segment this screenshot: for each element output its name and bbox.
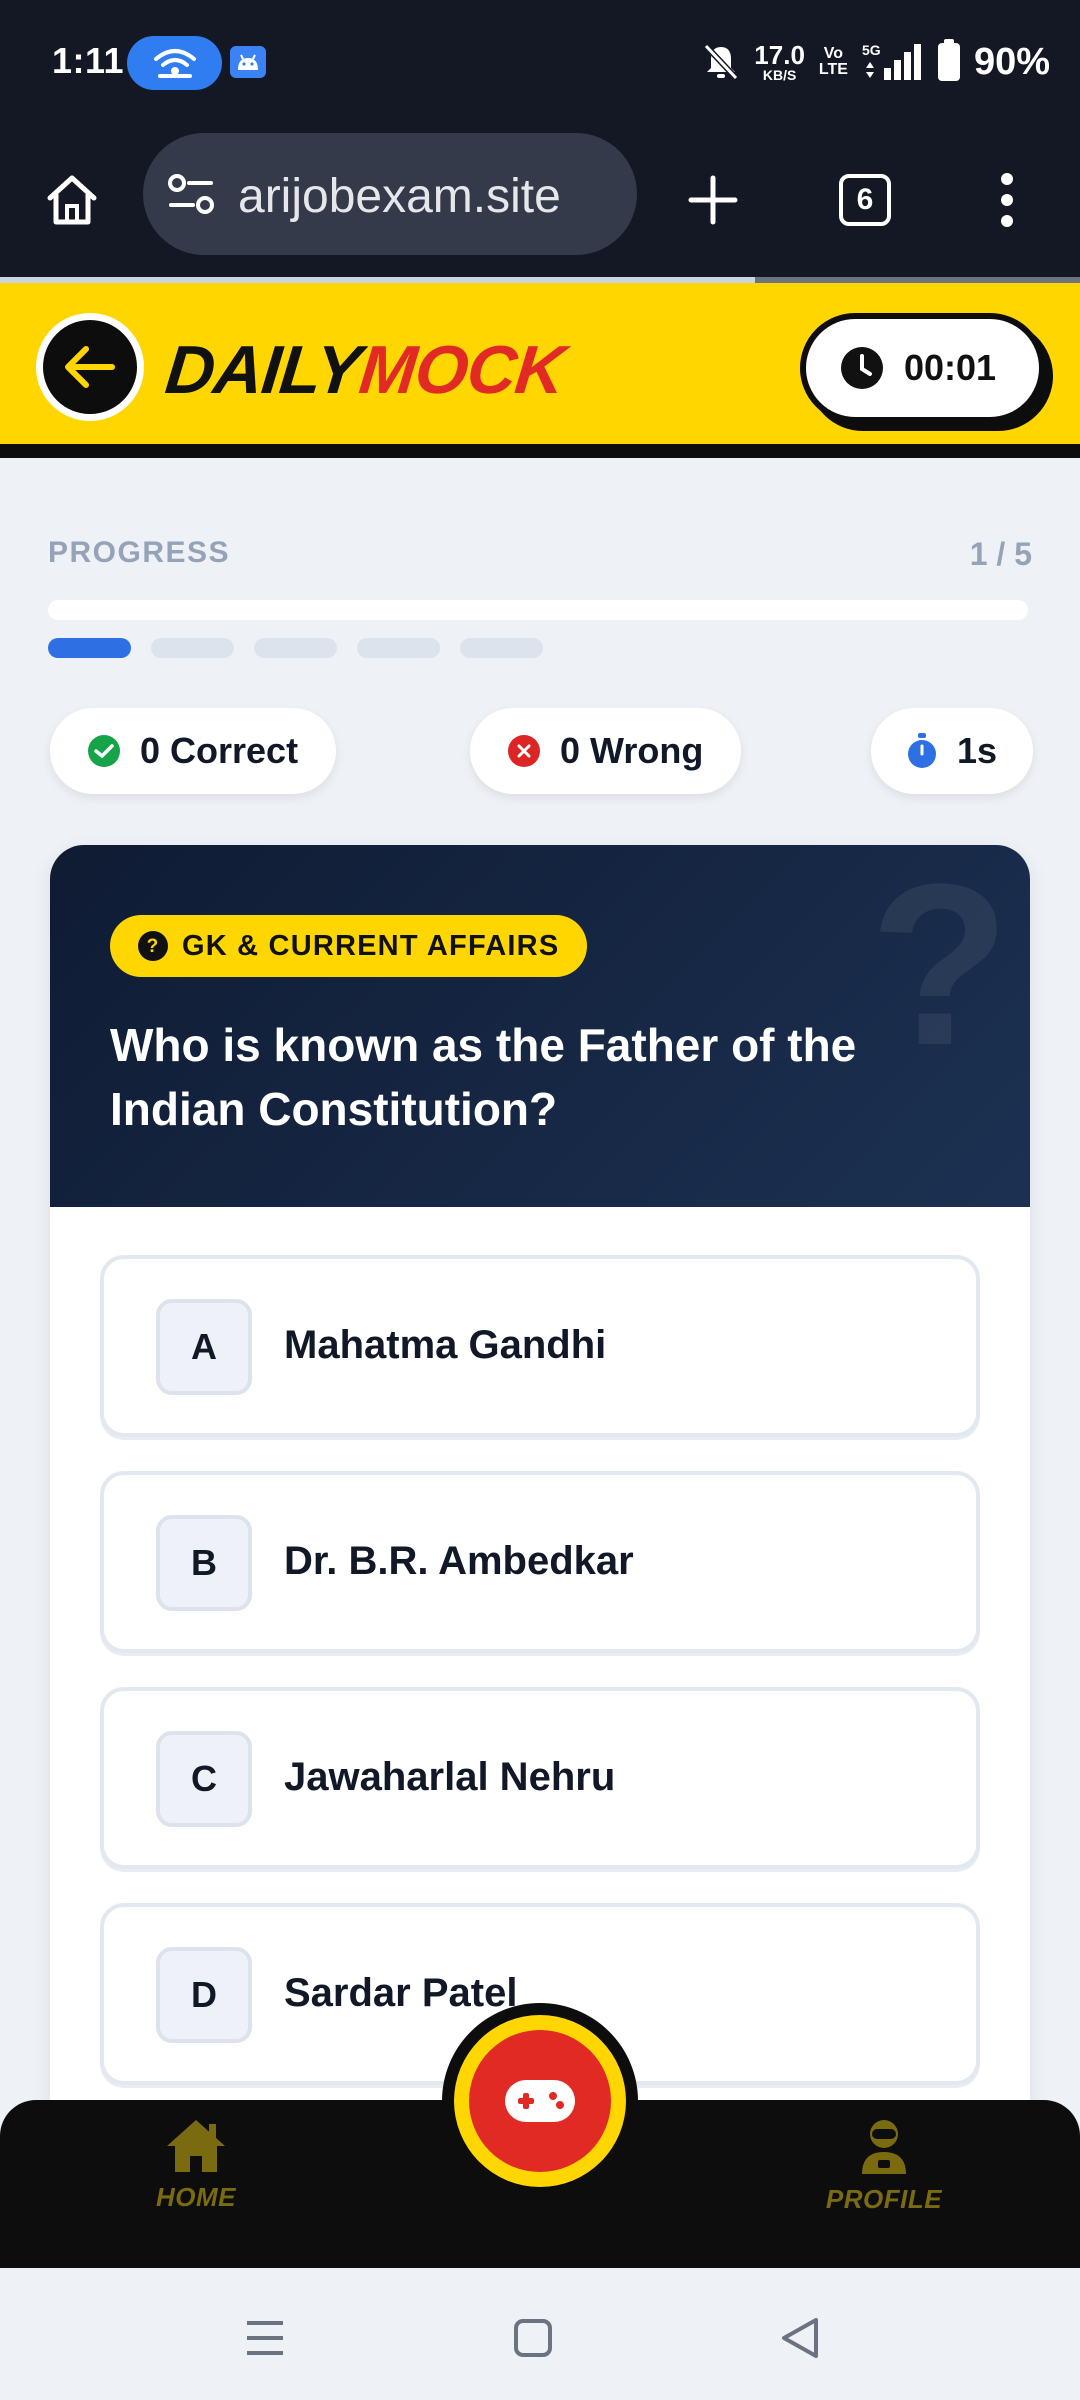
home-system-button[interactable]: [503, 2308, 563, 2368]
back-button[interactable]: [36, 313, 144, 421]
square-icon: [514, 2319, 552, 2357]
status-right: 17.0 KB/S Vo LTE 5G 90%: [702, 34, 1050, 90]
correct-count-chip: 0 Correct: [50, 708, 337, 794]
option-letter: C: [156, 1731, 252, 1827]
arrow-left-icon: [65, 346, 115, 388]
nav-profile[interactable]: PROFILE: [809, 2118, 959, 2215]
signal-icon: 5G: [862, 42, 924, 82]
option-letter: B: [156, 1515, 252, 1611]
recent-apps-button[interactable]: [235, 2308, 295, 2368]
option-b[interactable]: B Dr. B.R. Ambedkar: [100, 1471, 980, 1653]
question-card: ? ? GK & CURRENT AFFAIRS Who is known as…: [50, 845, 1030, 2145]
option-c[interactable]: C Jawaharlal Nehru: [100, 1687, 980, 1869]
tab-switcher-button[interactable]: 6: [820, 155, 910, 245]
volte-indicator: Vo LTE: [818, 45, 848, 78]
option-text: Jawaharlal Nehru: [284, 1755, 616, 1799]
tab-count: 6: [839, 174, 891, 226]
option-a[interactable]: A Mahatma Gandhi: [100, 1255, 980, 1437]
quiz-timer: 00:01: [800, 313, 1045, 423]
progress-segment: [48, 638, 131, 658]
option-letter: A: [156, 1299, 252, 1395]
stopwatch-icon: [908, 733, 936, 768]
question-text: Who is known as the Father of the Indian…: [110, 1019, 857, 1135]
elapsed-time-chip: 1s: [871, 708, 1034, 794]
battery-icon: [937, 39, 960, 81]
home-icon: [47, 175, 97, 225]
address-bar[interactable]: arijobexam.site: [143, 133, 637, 255]
play-fab-button[interactable]: [454, 2015, 626, 2187]
app-header: DAILYMOCK 00:01: [0, 283, 1080, 458]
x-circle-icon: [508, 735, 540, 767]
option-text: Sardar Patel: [284, 1971, 518, 2015]
tune-icon[interactable]: [167, 173, 215, 215]
browser-toolbar: arijobexam.site 6: [0, 125, 1080, 280]
clock-icon: [841, 347, 883, 389]
progress-count: 1 / 5: [969, 536, 1032, 572]
system-nav-bar: [0, 2268, 1080, 2400]
app-logo: DAILYMOCK: [162, 332, 568, 408]
progress-segment: [254, 638, 337, 658]
elapsed-time: 1s: [957, 730, 998, 771]
progress-segments: [48, 638, 543, 658]
category-badge: ? GK & CURRENT AFFAIRS: [110, 915, 588, 977]
check-circle-icon: [88, 735, 120, 767]
url-text: arijobexam.site: [238, 170, 561, 223]
option-text: Dr. B.R. Ambedkar: [284, 1539, 634, 1583]
robot-avatar-icon: [862, 2120, 906, 2174]
network-speed: 17.0 KB/S: [754, 40, 805, 83]
bell-muted-icon: [704, 43, 739, 81]
back-system-button[interactable]: [770, 2308, 830, 2368]
menu-lines-icon: [247, 2321, 283, 2355]
home-button[interactable]: [27, 155, 117, 245]
plus-icon: [688, 175, 738, 225]
hotspot-pill: [127, 36, 222, 90]
more-vert-icon: [1001, 173, 1013, 227]
option-text: Mahatma Gandhi: [284, 1323, 607, 1367]
correct-count: 0 Correct: [140, 730, 299, 771]
home-icon: [167, 2120, 225, 2172]
category-label: GK & CURRENT AFFAIRS: [182, 929, 560, 962]
wifi-icon: [154, 49, 196, 78]
svg-text:?: ?: [147, 936, 160, 957]
progress-segment: [357, 638, 440, 658]
wrong-count-chip: 0 Wrong: [470, 708, 742, 794]
status-time: 1:11: [52, 40, 125, 81]
progress-segment: [151, 638, 234, 658]
question-header: ? ? GK & CURRENT AFFAIRS Who is known as…: [50, 845, 1030, 1207]
progress-track: [48, 600, 1028, 620]
new-tab-button[interactable]: [668, 155, 758, 245]
android-notification-icon: [230, 46, 266, 78]
menu-button[interactable]: [962, 155, 1052, 245]
battery-percent: 90%: [973, 40, 1050, 83]
progress-label: PROGRESS: [48, 536, 231, 569]
status-bar: 1:11 17.0 KB/S Vo LTE 5G 90%: [0, 0, 1080, 125]
triangle-back-icon: [782, 2318, 818, 2358]
gamepad-icon: [505, 2080, 575, 2122]
question-circle-icon: ?: [138, 931, 168, 961]
option-letter: D: [156, 1947, 252, 2043]
nav-home[interactable]: HOME: [121, 2118, 271, 2213]
wrong-count: 0 Wrong: [560, 730, 704, 771]
progress-segment: [460, 638, 543, 658]
